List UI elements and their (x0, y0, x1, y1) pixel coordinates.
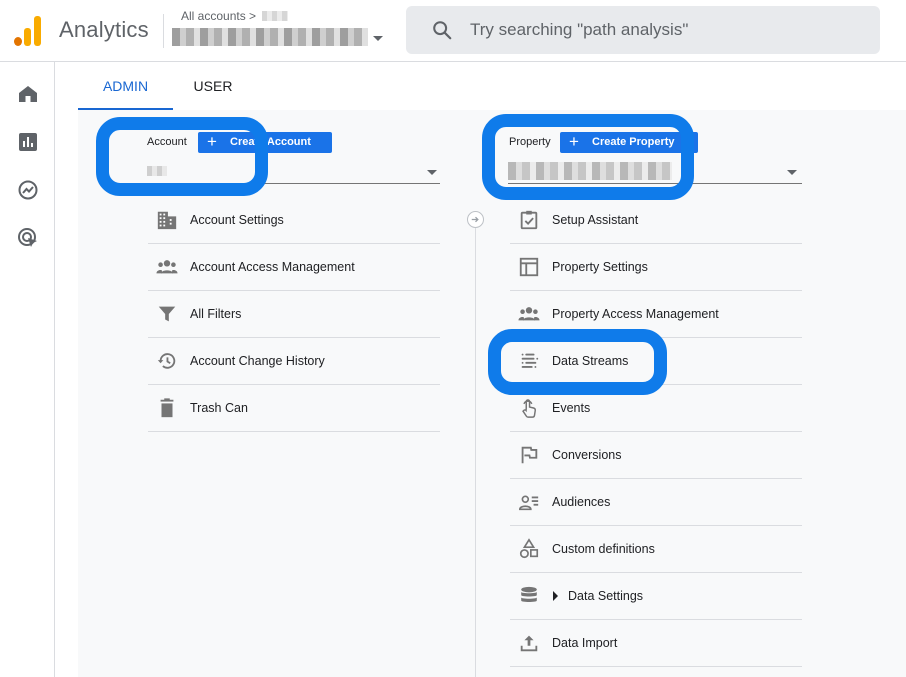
advertising-icon[interactable] (16, 226, 40, 250)
database-icon (521, 586, 537, 602)
item-label: Property Settings (552, 260, 648, 274)
item-label: Data Settings (568, 589, 644, 603)
item-label: Events (552, 401, 591, 415)
item-label: Data Streams (552, 354, 629, 368)
redacted-account-name (262, 11, 288, 21)
custom-definitions-item[interactable]: Custom definitions (510, 526, 802, 573)
events-item[interactable]: Events (510, 385, 802, 432)
data-import-item[interactable]: Data Import (510, 620, 802, 667)
people-icon (156, 260, 178, 274)
chevron-down-icon[interactable] (787, 170, 797, 175)
tab-admin[interactable]: ADMIN (78, 62, 173, 110)
divider (163, 14, 164, 48)
analytics-logo-icon[interactable] (14, 16, 42, 46)
create-account-button[interactable]: + Create Account (198, 132, 332, 153)
search-input[interactable] (470, 16, 860, 44)
tab-user[interactable]: USER (173, 62, 253, 110)
chevron-down-icon[interactable] (373, 36, 383, 41)
chevron-down-icon[interactable] (427, 170, 437, 175)
trash-icon (160, 398, 174, 418)
account-access-management-item[interactable]: Account Access Management (148, 244, 440, 291)
data-streams-item[interactable]: Data Streams (510, 338, 802, 385)
home-icon[interactable] (16, 82, 40, 106)
item-label: Account Access Management (190, 260, 355, 274)
property-label: Property (509, 136, 551, 148)
account-selector-underline (147, 183, 440, 184)
create-property-button[interactable]: + Create Property (560, 132, 698, 153)
filter-icon (158, 306, 176, 322)
all-filters-item[interactable]: All Filters (148, 291, 440, 338)
breadcrumb[interactable]: All accounts > (181, 9, 256, 23)
history-icon (157, 353, 176, 369)
item-label: Account Settings (190, 213, 284, 227)
item-label: Conversions (552, 448, 622, 462)
item-label: Account Change History (190, 354, 325, 368)
property-selector-underline (508, 183, 802, 184)
streams-icon (521, 353, 539, 368)
trash-can-item[interactable]: Trash Can (148, 385, 440, 432)
item-label: Setup Assistant (552, 213, 639, 227)
account-change-history-item[interactable]: Account Change History (148, 338, 440, 385)
item-label: Trash Can (190, 401, 248, 415)
account-label: Account (147, 136, 187, 148)
search-icon (433, 21, 452, 40)
tab-bar: ADMIN USER (78, 62, 906, 110)
audiences-item[interactable]: Audiences (510, 479, 802, 526)
redacted-property-selector[interactable] (508, 162, 672, 180)
shapes-icon (519, 538, 539, 559)
conversions-item[interactable]: Conversions (510, 432, 802, 479)
data-settings-item[interactable]: Data Settings (510, 573, 802, 620)
item-label: Custom definitions (552, 542, 655, 556)
reports-icon[interactable] (16, 130, 40, 154)
redacted-account-selector[interactable] (147, 166, 167, 176)
flag-icon (521, 446, 538, 464)
item-label: Audiences (552, 495, 611, 509)
plus-icon: + (569, 132, 579, 151)
left-nav (0, 62, 55, 677)
expand-arrow-icon[interactable] (553, 591, 558, 601)
setup-assistant-item[interactable]: Setup Assistant (510, 197, 802, 244)
explore-icon[interactable] (16, 178, 40, 202)
property-access-management-item[interactable]: Property Access Management (510, 291, 802, 338)
item-label: All Filters (190, 307, 242, 321)
checklist-icon (520, 210, 538, 230)
audience-icon (519, 495, 539, 511)
column-separator (475, 228, 476, 677)
people-icon (518, 307, 540, 321)
touch-icon (522, 399, 537, 418)
item-label: Property Access Management (552, 307, 719, 321)
building-icon (157, 211, 177, 230)
plus-icon: + (207, 132, 217, 151)
layout-icon (519, 257, 539, 277)
account-settings-item[interactable]: Account Settings (148, 197, 440, 244)
top-bar: Analytics All accounts > (0, 0, 906, 62)
arrow-right-icon (467, 211, 484, 228)
upload-icon (520, 635, 538, 652)
app-title: Analytics (59, 17, 149, 42)
property-settings-item[interactable]: Property Settings (510, 244, 802, 291)
redacted-property-name[interactable] (172, 28, 368, 46)
item-label: Data Import (552, 636, 618, 650)
search-bar[interactable] (406, 6, 880, 54)
